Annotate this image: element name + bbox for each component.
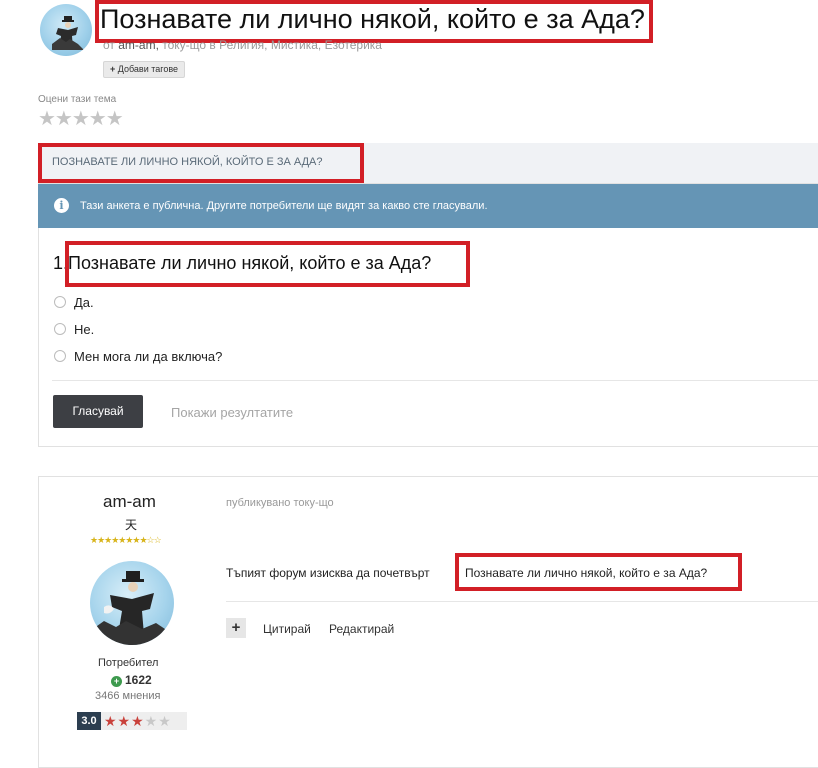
add-tags-label: Добави тагове: [117, 64, 179, 74]
edit-button[interactable]: Редактирай: [329, 622, 394, 636]
rank-stars: ★★★★★★★★☆☆: [90, 535, 162, 545]
topic-author-avatar[interactable]: [40, 4, 92, 56]
score-badge: 3.0: [77, 712, 101, 730]
byline-prefix: от: [103, 38, 115, 52]
post-divider: [226, 601, 818, 602]
post-highlight-box: [455, 553, 742, 591]
post-author-avatar[interactable]: [90, 561, 174, 645]
user-avatar-icon: [90, 571, 174, 645]
star-icon: ★★★: [104, 713, 145, 729]
reputation: +1622: [111, 673, 152, 687]
rating-stars[interactable]: ★★★★★: [38, 106, 124, 131]
poll-header-highlight-box: [38, 143, 364, 183]
byline-category[interactable]: току-що в Религия, Мистика, Езотерика: [162, 38, 382, 52]
poll-divider: [52, 380, 818, 381]
question-highlight-box: [65, 241, 470, 287]
radio-option-2[interactable]: [54, 323, 66, 335]
vote-button[interactable]: Гласувай: [53, 395, 143, 428]
plus-icon: +: [111, 676, 122, 687]
star-icon: ★★: [144, 713, 172, 729]
post-username[interactable]: am-am: [103, 492, 156, 512]
option-1-label[interactable]: Да.: [74, 295, 94, 310]
info-icon: i: [54, 198, 69, 213]
plus-icon: +: [110, 64, 116, 74]
topic-byline: от am-am, току-що в Религия, Мистика, Ез…: [103, 38, 382, 52]
author-link[interactable]: am-am,: [118, 38, 159, 52]
poll-notice-text: Тази анкета е публична. Другите потребит…: [80, 200, 488, 212]
option-2-label[interactable]: Не.: [74, 322, 94, 337]
show-results-link[interactable]: Покажи резултатите: [171, 405, 293, 420]
quote-button[interactable]: Цитирай: [263, 622, 311, 636]
score-stars: ★★★★★: [104, 713, 172, 730]
posts-count: 3466 мнения: [95, 690, 161, 702]
option-3-label[interactable]: Мен мога ли да включа?: [74, 349, 222, 364]
title-highlight-box: [95, 0, 653, 43]
post-body-text: Тъпият форум изисква да почетвърт: [226, 566, 430, 580]
radio-option-3[interactable]: [54, 350, 66, 362]
user-role: Потребител: [98, 657, 159, 669]
reputation-value: 1622: [125, 673, 152, 687]
add-tags-button[interactable]: + Добави тагове: [103, 61, 186, 78]
radio-option-1[interactable]: [54, 296, 66, 308]
rate-topic-label: Оцени тази тема: [38, 94, 117, 105]
post-timestamp: публикувано току-що: [226, 497, 334, 509]
rank-glyph: 天: [125, 518, 138, 532]
plus-button[interactable]: +: [226, 618, 246, 638]
user-avatar-icon: [52, 16, 84, 50]
